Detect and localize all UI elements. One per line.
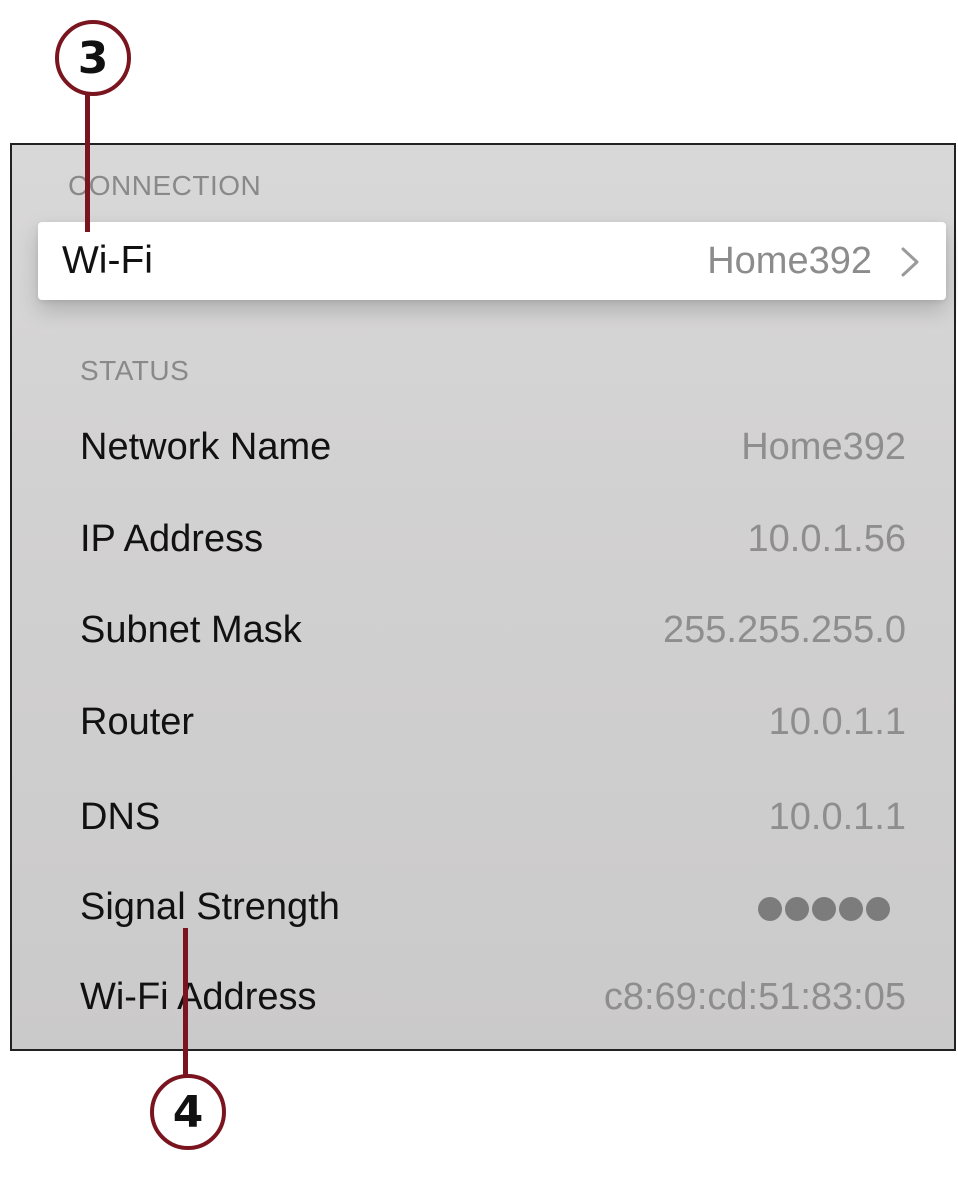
- wifi-row-value: Home392: [707, 240, 872, 282]
- ip-address-value: 10.0.1.56: [747, 518, 906, 560]
- callout-3-number: 3: [77, 32, 109, 84]
- status-section-header: STATUS: [80, 355, 190, 386]
- signal-dot: [758, 897, 782, 921]
- ip-address-label: IP Address: [80, 518, 264, 560]
- signal-dot: [866, 897, 890, 921]
- signal-strength-indicator: [758, 897, 890, 921]
- signal-strength-label: Signal Strength: [80, 886, 340, 928]
- callout-3-badge: 3: [55, 20, 131, 96]
- subnet-mask-value: 255.255.255.0: [662, 609, 906, 651]
- subnet-mask-label: Subnet Mask: [80, 609, 302, 651]
- network-name-label: Network Name: [80, 426, 332, 468]
- callout-4-line: [183, 928, 188, 1078]
- signal-dot: [785, 897, 809, 921]
- router-label: Router: [80, 701, 195, 743]
- signal-dot: [812, 897, 836, 921]
- network-name-value: Home392: [741, 426, 906, 468]
- dns-label: DNS: [80, 796, 161, 838]
- callout-3-line: [85, 92, 90, 232]
- wifi-address-label: Wi-Fi Address: [80, 976, 317, 1018]
- wifi-row-label: Wi-Fi: [62, 239, 153, 282]
- signal-dot: [839, 897, 863, 921]
- wifi-address-value: c8:69:cd:51:83:05: [603, 976, 906, 1018]
- connection-section-header: CONNECTION: [68, 170, 262, 201]
- wifi-row[interactable]: Wi-Fi Home392: [38, 222, 946, 300]
- dns-value: 10.0.1.1: [768, 796, 906, 838]
- chevron-right-icon: [901, 247, 919, 277]
- router-value: 10.0.1.1: [768, 701, 906, 743]
- callout-4-badge: 4: [150, 1074, 226, 1150]
- callout-4-number: 4: [172, 1086, 204, 1138]
